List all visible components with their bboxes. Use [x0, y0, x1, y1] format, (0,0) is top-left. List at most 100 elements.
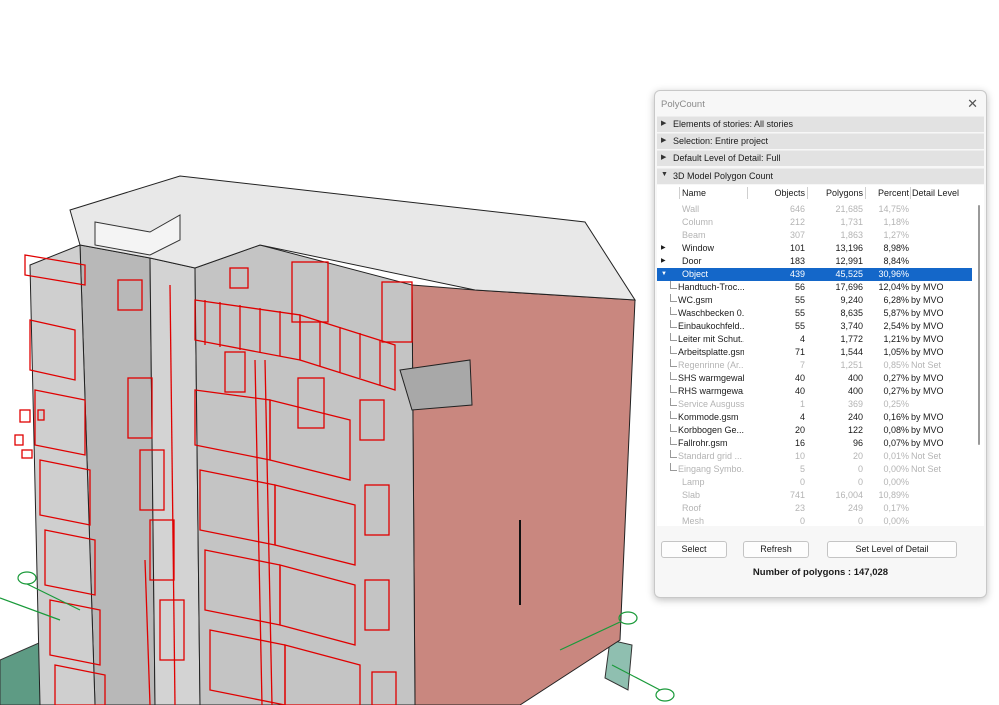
cell-name: Korbbogen Ge...	[678, 425, 744, 435]
cell-percent: 0,00%	[883, 477, 909, 487]
set-level-of-detail-button[interactable]: Set Level of Detail	[827, 541, 957, 558]
chevron-right-icon: ▶	[661, 120, 667, 127]
cell-polygons: 249	[847, 503, 863, 513]
cell-detail: by MVO	[911, 295, 944, 305]
polygon-count-total: Number of polygons : 147,028	[752, 567, 889, 578]
table-row[interactable]: Einbaukochfeld... 55 3,740 2,54% by MVO	[657, 320, 972, 333]
cell-objects: 40	[794, 386, 805, 396]
tree-connector	[670, 385, 677, 393]
cell-detail: by MVO	[911, 308, 944, 318]
cell-name: Door	[682, 256, 702, 266]
section-label: Elements of stories: All stories	[673, 119, 794, 129]
table-row[interactable]: Mesh 0 0 0,00%	[657, 515, 972, 528]
table-row[interactable]: Slab 741 16,004 10,89%	[657, 489, 972, 502]
cell-polygons: 1,251	[840, 360, 863, 370]
table-row[interactable]: Arbeitsplatte.gsm 71 1,544 1,05% by MVO	[657, 346, 972, 359]
select-button[interactable]: Select	[661, 541, 727, 558]
cell-percent: 1,21%	[883, 334, 909, 344]
cell-polygons: 45,525	[835, 269, 863, 279]
cell-objects: 1	[799, 399, 805, 409]
table-row[interactable]: ▶ Window 101 13,196 8,98%	[657, 242, 972, 255]
table-row[interactable]: Leiter mit Schut... 4 1,772 1,21% by MVO	[657, 333, 972, 346]
cell-objects: 55	[794, 295, 805, 305]
cell-polygons: 0	[857, 516, 863, 526]
table-row[interactable]: Beam 307 1,863 1,27%	[657, 229, 972, 242]
table-scrollbar[interactable]	[978, 205, 980, 445]
table-row[interactable]: Regenrinne (Ar... 7 1,251 0,85% Not Set	[657, 359, 972, 372]
tree-connector	[670, 333, 677, 341]
table-row[interactable]: Wall 646 21,685 14,75%	[657, 203, 972, 216]
table-row[interactable]: Column 212 1,731 1,18%	[657, 216, 972, 229]
chevron-down-icon: ▼	[661, 171, 668, 178]
table-row[interactable]: ▶ Door 183 12,991 8,84%	[657, 255, 972, 268]
cell-detail: by MVO	[911, 334, 944, 344]
cell-name: Service Ausguss...	[678, 399, 744, 409]
chevron-right-icon[interactable]: ▶	[661, 242, 666, 255]
cell-detail: by MVO	[911, 412, 944, 422]
building-facade-middle	[149, 257, 201, 705]
cell-polygons: 12,991	[835, 256, 863, 266]
cell-polygons: 400	[847, 373, 863, 383]
polygon-count-table[interactable]: Name Objects Polygons Percent Detail Lev…	[657, 185, 984, 526]
cell-polygons: 400	[847, 386, 863, 396]
cell-polygons: 13,196	[835, 243, 863, 253]
column-header-name[interactable]: Name	[682, 187, 706, 200]
table-row[interactable]: Eingang Symbo... 5 0 0,00% Not Set	[657, 463, 972, 476]
cell-polygons: 8,635	[840, 308, 863, 318]
tree-connector	[670, 359, 677, 367]
tree-connector	[670, 398, 677, 406]
cell-objects: 7	[799, 360, 805, 370]
table-row[interactable]: Fallrohr.gsm 16 96 0,07% by MVO	[657, 437, 972, 450]
table-row[interactable]: WC.gsm 55 9,240 6,28% by MVO	[657, 294, 972, 307]
cell-name: Arbeitsplatte.gsm	[678, 347, 744, 357]
cell-percent: 1,27%	[883, 230, 909, 240]
cell-polygons: 1,772	[840, 334, 863, 344]
table-row[interactable]: Standard grid ... 10 20 0,01% Not Set	[657, 450, 972, 463]
column-header-polygons[interactable]: Polygons	[807, 187, 863, 200]
cell-objects: 4	[799, 334, 805, 344]
cell-objects: 55	[794, 321, 805, 331]
table-row[interactable]: Roof 23 249 0,17%	[657, 502, 972, 515]
cell-percent: 0,27%	[883, 373, 909, 383]
cell-objects: 55	[794, 308, 805, 318]
column-header-percent[interactable]: Percent	[865, 187, 909, 200]
cell-percent: 0,00%	[883, 464, 909, 474]
cell-detail: by MVO	[911, 386, 944, 396]
table-row[interactable]: Lamp 0 0 0,00%	[657, 476, 972, 489]
section-polygon-count[interactable]: ▼ 3D Model Polygon Count	[657, 168, 984, 184]
cell-polygons: 96	[852, 438, 863, 448]
table-row[interactable]: Kommode.gsm 4 240 0,16% by MVO	[657, 411, 972, 424]
cell-percent: 30,96%	[878, 269, 909, 279]
table-row[interactable]: Handtuch-Troc... 56 17,696 12,04% by MVO	[657, 281, 972, 294]
cell-name: Lamp	[682, 477, 705, 487]
cell-objects: 20	[794, 425, 805, 435]
cell-detail: Not Set	[911, 451, 942, 461]
cell-objects: 10	[794, 451, 805, 461]
tree-connector	[670, 294, 677, 302]
section-selection[interactable]: ▶ Selection: Entire project	[657, 133, 984, 149]
table-row[interactable]: Korbbogen Ge... 20 122 0,08% by MVO	[657, 424, 972, 437]
table-row[interactable]: Service Ausguss... 1 369 0,25%	[657, 398, 972, 411]
cell-detail: Not Set	[911, 464, 942, 474]
cell-name: WC.gsm	[678, 295, 713, 305]
table-row[interactable]: SHS warmgewal... 40 400 0,27%by MVO	[657, 372, 972, 385]
chevron-down-icon[interactable]: ▼	[661, 268, 667, 281]
section-level-of-detail[interactable]: ▶ Default Level of Detail: Full	[657, 150, 984, 166]
column-header-objects[interactable]: Objects	[747, 187, 805, 200]
cell-percent: 8,98%	[883, 243, 909, 253]
cell-name: Waschbecken 0...	[678, 308, 744, 318]
cell-percent: 6,28%	[883, 295, 909, 305]
section-elements-of-stories[interactable]: ▶ Elements of stories: All stories	[657, 116, 984, 132]
table-row[interactable]: ▼ Object 439 45,525 30,96%	[657, 268, 972, 281]
chevron-right-icon[interactable]: ▶	[661, 255, 666, 268]
cell-name: Mesh	[682, 516, 705, 526]
table-row[interactable]: RHS warmgewa... 40 400 0,27% by MVO	[657, 385, 972, 398]
cell-detail: by MVO	[911, 438, 944, 448]
column-header-detail-level[interactable]: Detail Level	[912, 187, 959, 200]
cell-detail: by MVO	[911, 282, 944, 292]
refresh-button[interactable]: Refresh	[743, 541, 809, 558]
close-icon[interactable]: ✕	[967, 96, 978, 112]
table-row[interactable]: Waschbecken 0... 55 8,635 5,87% by MVO	[657, 307, 972, 320]
section-label: Default Level of Detail: Full	[673, 153, 781, 163]
cell-objects: 0	[799, 516, 805, 526]
